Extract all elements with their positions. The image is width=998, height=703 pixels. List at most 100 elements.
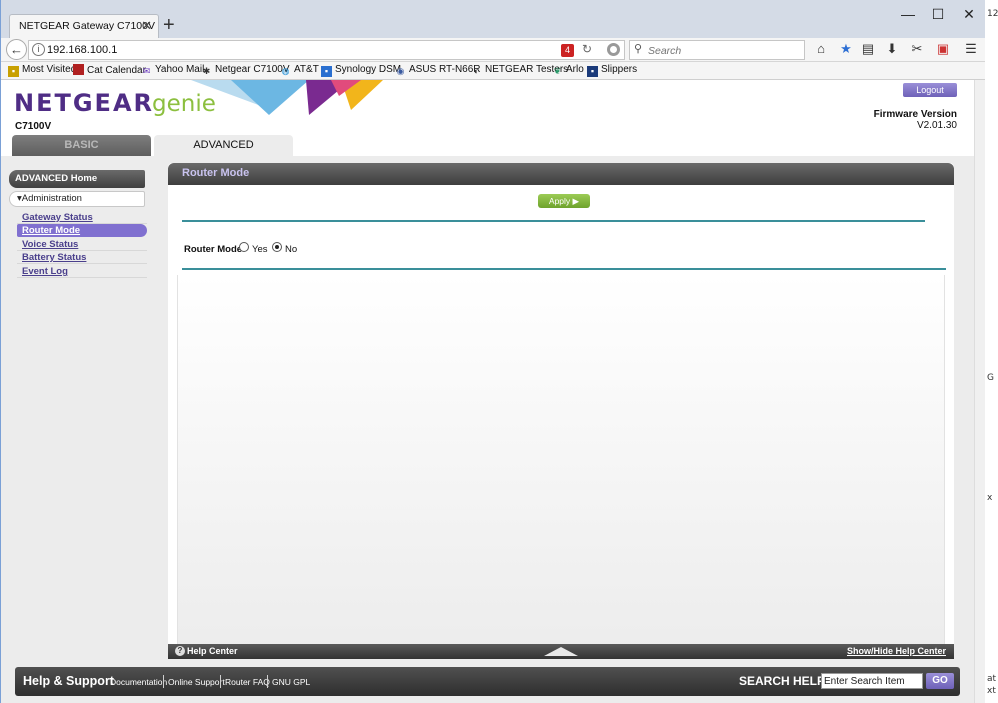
firmware-label: Firmware Version — [873, 109, 957, 120]
globe-icon: ◍ — [281, 66, 290, 76]
router-mode-label: Router Mode — [184, 244, 243, 255]
router-faq-link[interactable]: Router FAQ — [225, 677, 270, 687]
search-input[interactable] — [648, 43, 798, 58]
search-help-label: SEARCH HELP — [739, 674, 826, 688]
maximize-icon[interactable]: ☐ — [926, 6, 950, 23]
model-name: C7100V — [15, 121, 52, 132]
divider — [163, 675, 164, 688]
router-mode-no-label: No — [285, 244, 298, 255]
addon-icon[interactable]: ▣ — [934, 41, 952, 57]
router-mode-yes-radio[interactable] — [239, 242, 249, 252]
bookmark-item[interactable]: ✉ Yahoo Mail — [141, 64, 205, 77]
tab-title: NETGEAR Gateway C7100V — [19, 20, 155, 32]
logout-button[interactable]: Logout — [903, 83, 957, 97]
desktop-text: G — [987, 373, 994, 383]
panel-header: Router Mode — [168, 163, 954, 185]
browser-window: NETGEAR Gateway C7100V ✕ + — ☐ ✕ ← i 192… — [0, 0, 985, 703]
sidebar-item-voice-status[interactable]: Voice Status — [17, 238, 147, 251]
desktop-text: x — [987, 493, 993, 503]
logo-banner-art-icon — [191, 80, 383, 115]
router-page: NETGEAR genie C7100V Logout Firmware Ver… — [1, 80, 974, 703]
slippers-icon: ▪ — [587, 66, 598, 77]
documentation-link[interactable]: Documentation — [110, 677, 167, 687]
expand-arrow-icon[interactable] — [544, 647, 578, 656]
desktop-text: xt — [987, 686, 996, 696]
go-button[interactable]: GO — [926, 673, 954, 689]
search-box[interactable]: ⚲ — [629, 40, 805, 60]
help-icon[interactable]: ? — [175, 646, 185, 656]
gnu-gpl-link[interactable]: GNU GPL — [272, 677, 310, 687]
desktop-text: at — [987, 674, 997, 684]
help-bar: ? Help Center Show/Hide Help Center — [168, 644, 954, 659]
desktop-text: 12 — [987, 9, 998, 19]
menu-icon[interactable]: ☰ — [962, 41, 980, 57]
bookmark-item[interactable]: Cat Calendar — [73, 64, 146, 76]
bookmark-item[interactable]: ❦ Arlo — [552, 64, 584, 77]
tester-icon: ◐ — [473, 66, 480, 76]
search-icon: ⚲ — [634, 43, 643, 55]
sidebar-item-battery-status[interactable]: Battery Status — [17, 251, 147, 264]
netgear-icon: ✱ — [202, 66, 211, 76]
tab-close-icon[interactable]: ✕ — [141, 18, 152, 34]
info-icon[interactable]: i — [32, 43, 45, 56]
bookmark-star-icon[interactable]: ★ — [837, 41, 855, 57]
screenshot-icon[interactable]: ✂ — [908, 41, 926, 57]
online-support-link[interactable]: Online Support — [168, 677, 225, 687]
minimize-icon[interactable]: — — [896, 6, 920, 22]
bookmark-item[interactable]: ◍ AT&T — [280, 64, 319, 77]
tab-advanced[interactable]: ADVANCED — [154, 135, 293, 156]
firmware-value: V2.01.30 — [916, 120, 957, 131]
bookmark-item[interactable]: ✱ Netgear C7100V — [201, 64, 290, 77]
router-mode-yes-label: Yes — [252, 244, 268, 255]
show-hide-help-link[interactable]: Show/Hide Help Center — [847, 646, 946, 656]
help-center-link[interactable]: Help Center — [187, 646, 238, 656]
wifi-icon: ◉ — [396, 66, 405, 76]
calendar-icon — [73, 64, 84, 75]
extension-badge-icon[interactable]: 4 — [561, 44, 574, 57]
bookmark-item[interactable]: ◉ ASUS RT-N66R — [395, 64, 481, 77]
bookmark-item[interactable]: ▪ Synology DSM — [321, 64, 401, 77]
mail-icon: ✉ — [142, 66, 151, 76]
arrow-left-icon: ← — [10, 42, 23, 57]
reload-icon[interactable]: ↻ — [582, 42, 592, 56]
footer: Help & Support Documentation Online Supp… — [15, 667, 960, 696]
panel-body — [177, 275, 945, 655]
sidebar-item-gateway-status[interactable]: Gateway Status — [17, 211, 147, 224]
advanced-home-button[interactable]: ADVANCED Home — [9, 170, 145, 188]
divider — [182, 268, 946, 270]
nav-bar: ← i 192.168.100.1 4 ↻ ⚲ ⌂ ★ ▤ ⬇ ✂ ▣ ☰ — [1, 38, 985, 62]
new-tab-icon[interactable]: + — [163, 14, 175, 36]
page-title: Router Mode — [182, 167, 250, 179]
extension-circle-icon[interactable] — [607, 43, 620, 56]
tab-strip: NETGEAR Gateway C7100V ✕ + — ☐ ✕ — [1, 0, 985, 38]
genie-logo: genie — [152, 91, 216, 117]
back-button[interactable]: ← — [6, 39, 27, 60]
desktop-edge: 12 G x at xt — [985, 0, 998, 703]
bookmarks-bar: ▪ Most Visited Cat Calendar ✉ Yahoo Mail ✱… — [1, 62, 985, 80]
bookmark-item[interactable]: ▪ Slippers — [587, 64, 637, 77]
content-area: ADVANCED Home ▾Administration Gateway St… — [1, 156, 974, 703]
tab-basic[interactable]: BASIC — [12, 135, 151, 156]
apply-button[interactable]: Apply ▶ — [538, 194, 590, 208]
url-bar[interactable]: i 192.168.100.1 4 ↻ — [28, 40, 625, 60]
folder-icon: ▪ — [8, 66, 19, 77]
window-close-icon[interactable]: ✕ — [957, 6, 981, 23]
clipboard-icon[interactable]: ▤ — [859, 41, 877, 57]
home-icon[interactable]: ⌂ — [812, 41, 830, 56]
browser-tab[interactable]: NETGEAR Gateway C7100V ✕ — [9, 14, 159, 38]
sidebar-item-router-mode[interactable]: Router Mode — [17, 224, 147, 237]
sidebar-item-event-log[interactable]: Event Log — [17, 265, 147, 278]
bookmark-item[interactable]: ▪ Most Visited — [8, 64, 76, 77]
url-text[interactable]: 192.168.100.1 — [47, 44, 117, 56]
footer-title: Help & Support — [23, 674, 114, 688]
arlo-icon: ❦ — [553, 66, 562, 76]
administration-section[interactable]: ▾Administration — [9, 191, 145, 207]
divider — [182, 220, 925, 222]
dsm-icon: ▪ — [321, 66, 332, 77]
download-icon[interactable]: ⬇ — [883, 41, 901, 57]
search-help-input[interactable] — [821, 673, 923, 689]
router-mode-no-radio[interactable] — [272, 242, 282, 252]
divider — [220, 675, 221, 688]
vertical-scrollbar[interactable] — [974, 80, 985, 703]
main-panel: Router Mode Apply ▶ Router Mode Yes No — [168, 163, 954, 655]
